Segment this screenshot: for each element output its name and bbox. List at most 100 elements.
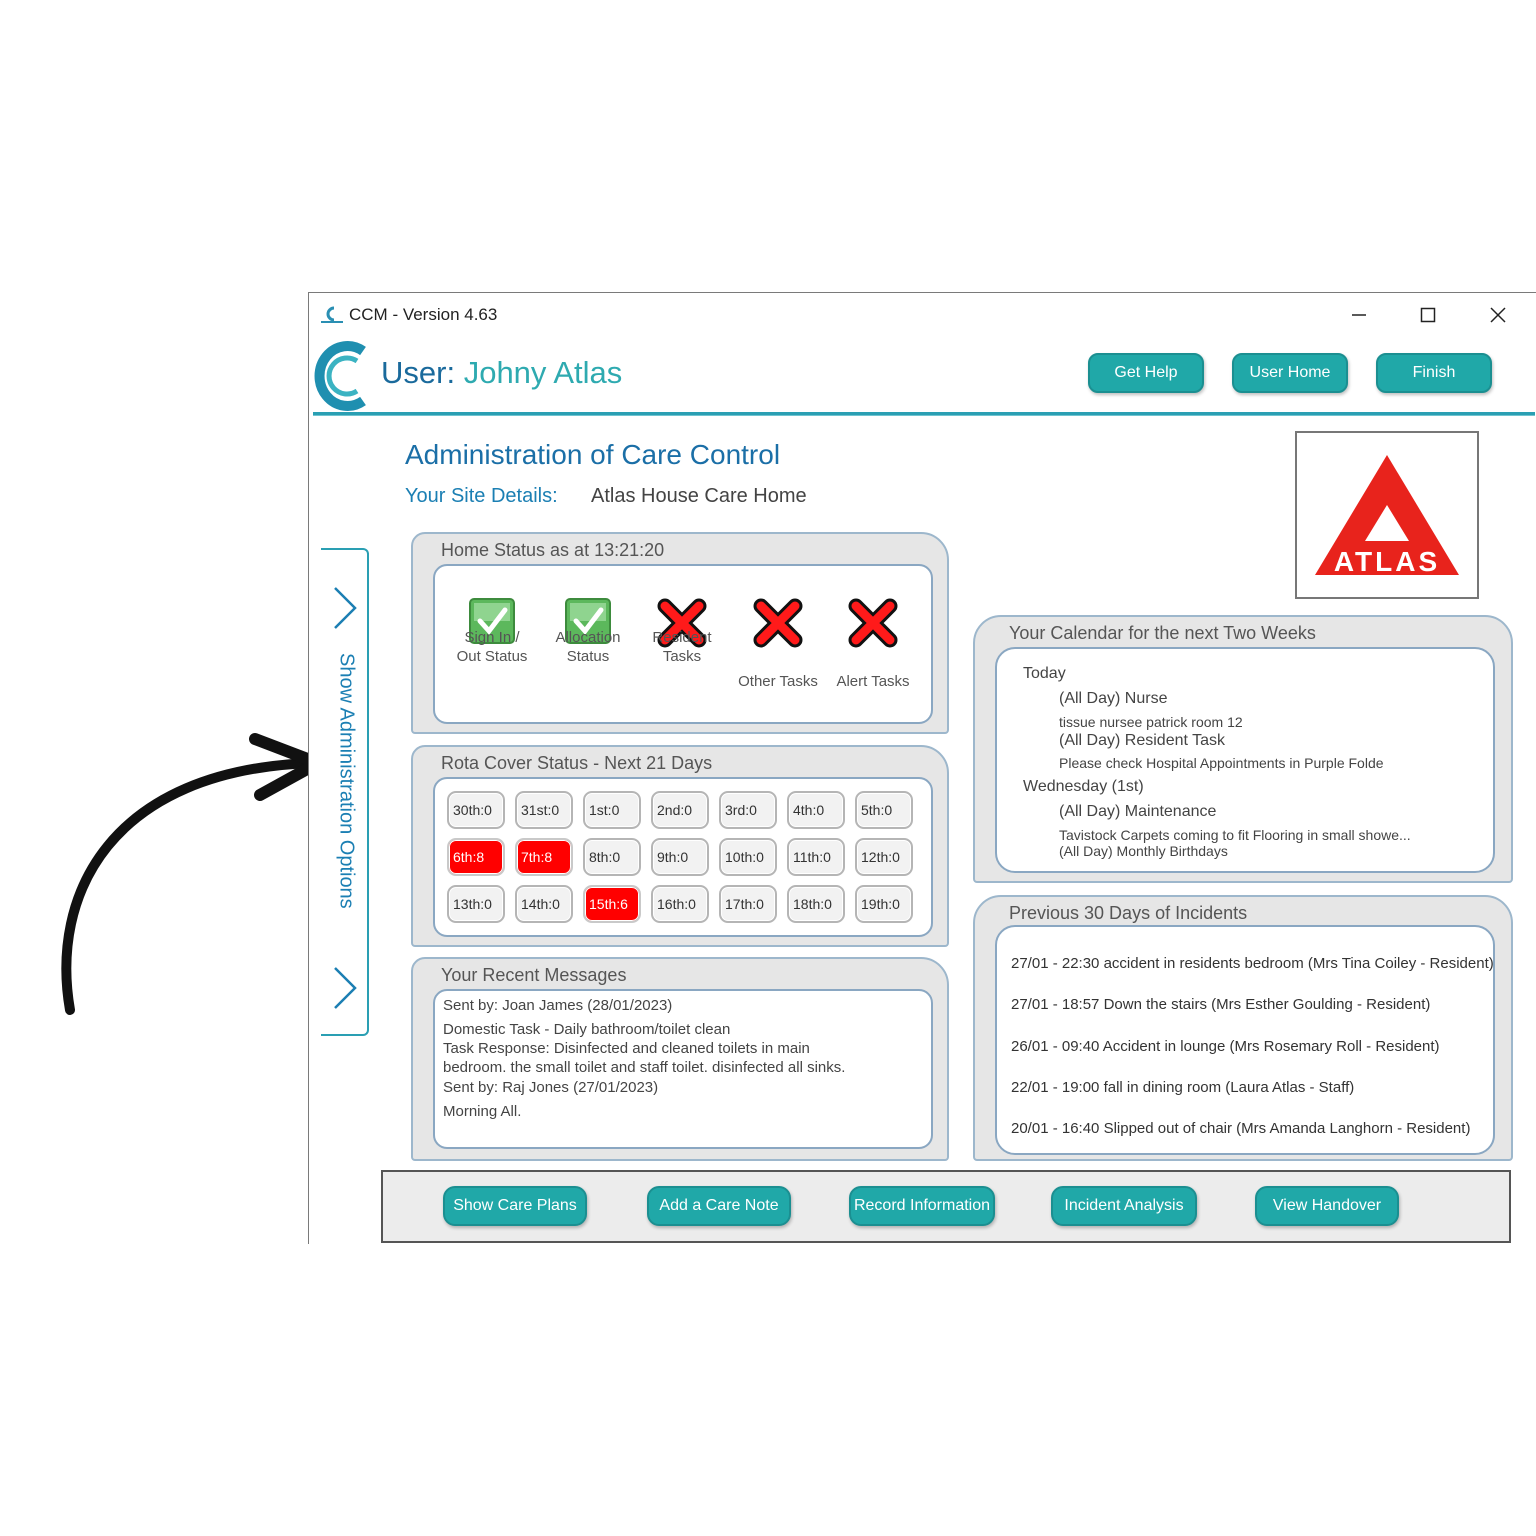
calendar-panel: Your Calendar for the next Two Weeks Tod… xyxy=(973,615,1513,883)
message-line: Sent by: Raj Jones (27/01/2023) xyxy=(443,1079,659,1096)
calendar-content[interactable]: Today (All Day) Nurse tissue nursee patr… xyxy=(995,647,1495,873)
allocation-status-label: Allocation Status xyxy=(545,628,631,666)
rota-day-cell[interactable]: 19th:0 xyxy=(855,885,913,923)
allocation-status-line1: Allocation xyxy=(555,629,621,646)
rota-cover-title: Rota Cover Status - Next 21 Days xyxy=(441,753,713,773)
ccm-logo-icon xyxy=(314,341,366,411)
rota-day-cell[interactable]: 2nd:0 xyxy=(651,791,709,829)
home-status-panel: Home Status as at 13:21:20 Sign In / Out… xyxy=(411,532,949,734)
minimize-icon xyxy=(1352,314,1366,316)
rota-day-cell[interactable]: 7th:8 xyxy=(515,838,573,876)
message-line: Morning All. xyxy=(443,1103,522,1120)
rota-day-cell[interactable]: 15th:6 xyxy=(583,885,641,923)
chevron-right-icon xyxy=(334,967,357,1009)
site-logo: ATLAS xyxy=(1295,431,1479,599)
recent-messages-title: Your Recent Messages xyxy=(441,965,627,985)
footer-toolbar: Show Care Plans Add a Care Note Record I… xyxy=(381,1170,1511,1243)
rota-day-cell[interactable]: 11th:0 xyxy=(787,838,845,876)
record-information-button[interactable]: Record Information xyxy=(849,1186,995,1226)
site-details-value: Atlas House Care Home xyxy=(591,485,807,507)
alert-tasks-x-icon[interactable] xyxy=(848,598,898,648)
recent-messages-content[interactable]: Sent by: Joan James (28/01/2023) Domesti… xyxy=(433,989,933,1149)
show-care-plans-button[interactable]: Show Care Plans xyxy=(443,1186,587,1226)
incident-item: 27/01 - 18:57 Down the stairs (Mrs Esthe… xyxy=(1011,996,1431,1013)
minimize-button[interactable] xyxy=(1334,299,1384,331)
rota-day-cell[interactable]: 12th:0 xyxy=(855,838,913,876)
rota-cover-grid: 30th:0 31st:0 1st:0 2nd:0 3rd:0 4th:0 5th:0 6th… xyxy=(433,777,933,937)
calendar-event: (All Day) Resident Task xyxy=(1059,732,1225,749)
show-admin-options-tab[interactable]: Show Administration Options xyxy=(321,548,369,1036)
alert-tasks-line1: Alert Tasks xyxy=(836,673,910,690)
other-tasks-x-icon[interactable] xyxy=(753,598,803,648)
view-handover-button[interactable]: View Handover xyxy=(1255,1186,1399,1226)
incident-item: 26/01 - 09:40 Accident in lounge (Mrs Ro… xyxy=(1011,1038,1440,1055)
window-title: CCM - Version 4.63 xyxy=(349,305,498,324)
sign-in-status-label: Sign In / Out Status xyxy=(449,628,535,666)
incidents-content[interactable]: 27/01 - 22:30 accident in residents bedr… xyxy=(995,925,1495,1155)
other-tasks-line1: Other Tasks xyxy=(738,673,818,690)
alert-tasks-label: Alert Tasks xyxy=(830,672,916,691)
user-name: Johny Atlas xyxy=(463,355,623,390)
rota-day-cell[interactable]: 4th:0 xyxy=(787,791,845,829)
resident-tasks-line2: Tasks xyxy=(662,648,702,665)
home-status-title: Home Status as at 13:21:20 xyxy=(441,540,665,560)
rota-day-cell[interactable]: 18th:0 xyxy=(787,885,845,923)
chevron-right-icon xyxy=(334,587,357,629)
rota-day-cell[interactable]: 30th:0 xyxy=(447,791,505,829)
title-bar: CCM - Version 4.63 xyxy=(309,293,1536,337)
message-line: Domestic Task - Daily bathroom/toilet cl… xyxy=(443,1021,731,1038)
incident-analysis-button[interactable]: Incident Analysis xyxy=(1051,1186,1197,1226)
rota-day-cell[interactable]: 1st:0 xyxy=(583,791,641,829)
sign-in-status-line2: Out Status xyxy=(456,648,528,665)
message-line: Task Response: Disinfected and cleaned t… xyxy=(443,1040,810,1057)
page-title: Administration of Care Control xyxy=(405,439,781,470)
calendar-event-detail: Please check Hospital Appointments in Pu… xyxy=(1059,755,1384,771)
calendar-event: (All Day) Monthly Birthdays xyxy=(1059,843,1228,859)
close-icon xyxy=(1490,307,1506,323)
user-heading: User: Johny Atlas xyxy=(381,355,622,391)
maximize-icon xyxy=(1420,307,1436,323)
get-help-button[interactable]: Get Help xyxy=(1088,353,1204,393)
rota-day-cell[interactable]: 17th:0 xyxy=(719,885,777,923)
allocation-status-line2: Status xyxy=(566,648,610,665)
calendar-event-detail: tissue nursee patrick room 12 xyxy=(1059,714,1243,730)
user-label: User: xyxy=(381,355,456,390)
rota-day-cell[interactable]: 6th:8 xyxy=(447,838,505,876)
finish-button[interactable]: Finish xyxy=(1376,353,1492,393)
rota-day-cell[interactable]: 13th:0 xyxy=(447,885,505,923)
sign-in-status-line1: Sign In / xyxy=(464,629,520,646)
annotation-arrow-icon xyxy=(61,733,324,1015)
rota-day-cell[interactable]: 3rd:0 xyxy=(719,791,777,829)
app-icon xyxy=(321,306,343,323)
incident-item: 20/01 - 16:40 Slipped out of chair (Mrs … xyxy=(1011,1120,1471,1137)
incident-item: 27/01 - 22:30 accident in residents bedr… xyxy=(1011,955,1494,972)
calendar-event-detail: Tavistock Carpets coming to fit Flooring… xyxy=(1059,827,1411,843)
rota-cover-panel: Rota Cover Status - Next 21 Days 30th:0 3… xyxy=(411,745,949,947)
rota-day-cell[interactable]: 9th:0 xyxy=(651,838,709,876)
rota-day-cell[interactable]: 31st:0 xyxy=(515,791,573,829)
header-divider xyxy=(313,412,1535,416)
other-tasks-label: Other Tasks xyxy=(735,672,821,691)
calendar-event: (All Day) Maintenance xyxy=(1059,803,1217,820)
atlas-logo-icon: ATLAS xyxy=(1315,455,1459,577)
maximize-button[interactable] xyxy=(1403,299,1453,331)
user-home-button[interactable]: User Home xyxy=(1232,353,1348,393)
app-window: CCM - Version 4.63 User: Johny Atlas Get… xyxy=(308,292,1536,1244)
message-line: bedroom. the small toilet and staff toil… xyxy=(443,1059,846,1076)
site-details-label: Your Site Details: xyxy=(405,485,558,507)
atlas-logo-text: ATLAS xyxy=(1334,546,1440,577)
rota-day-cell[interactable]: 16th:0 xyxy=(651,885,709,923)
calendar-event: (All Day) Nurse xyxy=(1059,690,1168,707)
calendar-day: Today xyxy=(1023,665,1066,682)
add-care-note-button[interactable]: Add a Care Note xyxy=(647,1186,791,1226)
incident-item: 22/01 - 19:00 fall in dining room (Laura… xyxy=(1011,1079,1355,1096)
rota-day-cell[interactable]: 5th:0 xyxy=(855,791,913,829)
calendar-title: Your Calendar for the next Two Weeks xyxy=(1009,623,1316,643)
close-button[interactable] xyxy=(1473,299,1523,331)
recent-messages-panel: Your Recent Messages Sent by: Joan James… xyxy=(411,957,949,1161)
calendar-day: Wednesday (1st) xyxy=(1023,778,1144,795)
rota-day-cell[interactable]: 10th:0 xyxy=(719,838,777,876)
rota-day-cell[interactable]: 14th:0 xyxy=(515,885,573,923)
rota-day-cell[interactable]: 8th:0 xyxy=(583,838,641,876)
incidents-panel: Previous 30 Days of Incidents 27/01 - 22… xyxy=(973,895,1513,1161)
